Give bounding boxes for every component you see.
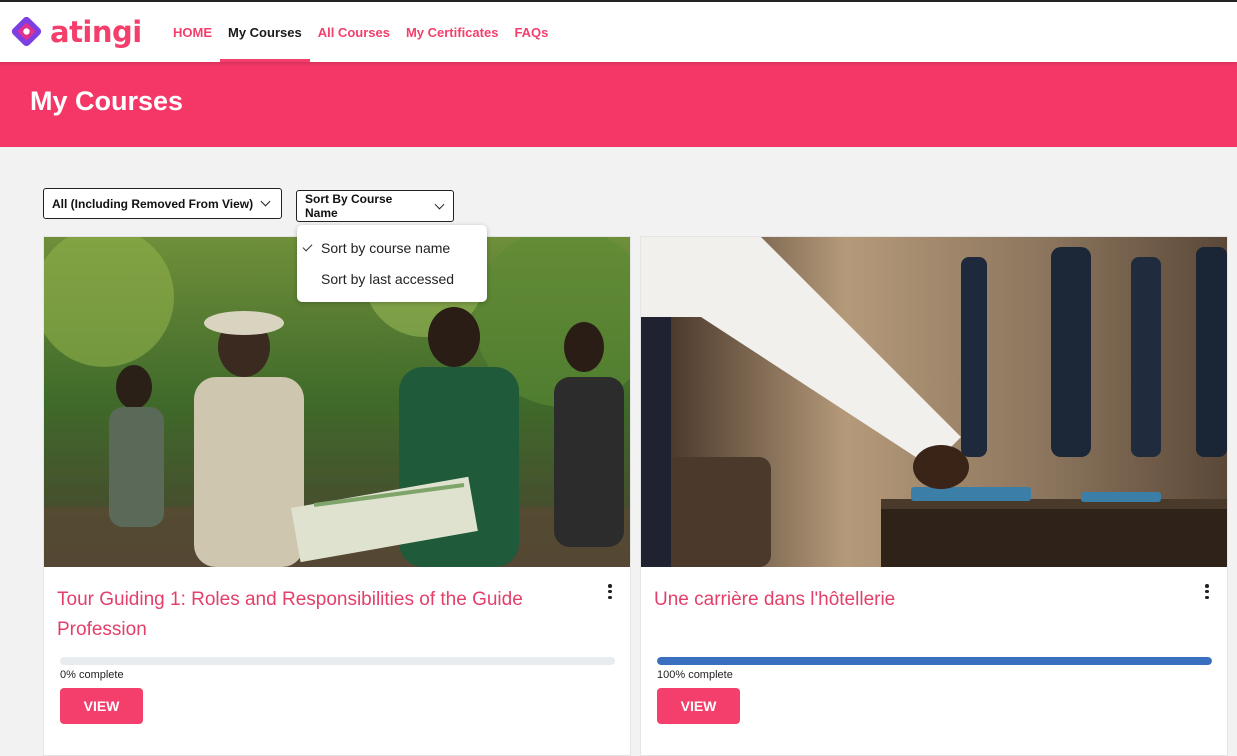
progress-label: 0% complete — [60, 669, 124, 681]
progress-bar — [60, 657, 615, 665]
chevron-down-icon — [260, 196, 271, 207]
sort-option-course-name[interactable]: Sort by course name — [297, 234, 487, 262]
nav-faqs[interactable]: FAQs — [506, 2, 556, 62]
nav-my-courses[interactable]: My Courses — [220, 2, 310, 62]
progress-label: 100% complete — [657, 669, 733, 681]
sort-select-value: Sort By Course Name — [305, 192, 393, 220]
top-navbar: atingi HOME My Courses All Courses My Ce… — [0, 0, 1237, 62]
course-image[interactable] — [641, 237, 1227, 567]
course-title[interactable]: Une carrière dans l'hôtellerie — [654, 585, 1164, 615]
nav-my-certificates[interactable]: My Certificates — [398, 2, 506, 62]
chevron-down-icon — [434, 199, 445, 209]
hotel-waiter-photo-icon — [641, 237, 1227, 567]
view-button[interactable]: VIEW — [60, 688, 143, 724]
course-title[interactable]: Tour Guiding 1: Roles and Responsibiliti… — [57, 585, 567, 645]
sort-option-label: Sort by last accessed — [321, 271, 455, 287]
progress-fill — [657, 657, 1212, 665]
nav-home[interactable]: HOME — [165, 2, 220, 62]
page-title: My Courses — [30, 86, 184, 116]
view-filter-value: All (Including Removed From View) — [52, 196, 254, 211]
sort-dropdown-menu: Sort by course name Sort by last accesse… — [297, 225, 487, 302]
checkmark-icon — [302, 241, 313, 252]
view-filter-select[interactable]: All (Including Removed From View) — [43, 188, 282, 219]
course-card: Une carrière dans l'hôtellerie 100% comp… — [640, 236, 1228, 756]
page-banner: My Courses — [0, 62, 1237, 147]
more-options-icon[interactable] — [1205, 584, 1209, 601]
sort-option-label: Sort by course name — [321, 240, 451, 256]
more-options-icon[interactable] — [608, 584, 612, 601]
logo-diamond-icon — [11, 16, 42, 47]
sort-select[interactable]: Sort By Course Name — [296, 190, 454, 222]
sort-option-last-accessed[interactable]: Sort by last accessed — [297, 265, 487, 293]
nav-all-courses[interactable]: All Courses — [310, 2, 398, 62]
atingi-logo[interactable]: atingi — [10, 15, 142, 48]
view-button[interactable]: VIEW — [657, 688, 740, 724]
progress-bar — [657, 657, 1212, 665]
course-card: Tour Guiding 1: Roles and Responsibiliti… — [43, 236, 631, 756]
logo-wordmark: atingi — [50, 14, 142, 49]
main-nav: HOME My Courses All Courses My Certifica… — [165, 2, 556, 62]
